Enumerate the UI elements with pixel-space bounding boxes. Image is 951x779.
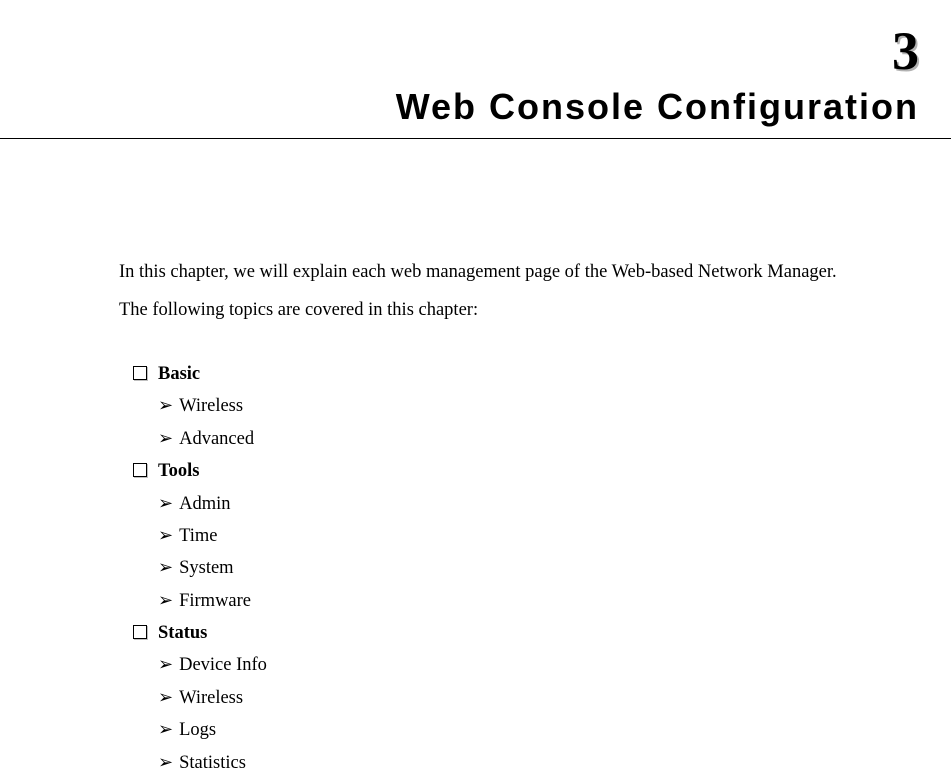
intro-line-1: In this chapter, we will explain each we… xyxy=(119,254,946,292)
arrow-bullet-icon: ➢ xyxy=(158,649,173,681)
toc-subitem: ➢ Wireless xyxy=(158,682,267,714)
toc-subitem-label: Advanced xyxy=(179,423,254,455)
square-bullet-icon xyxy=(133,625,147,639)
toc-subitem-label: Wireless xyxy=(179,390,243,422)
square-bullet-icon xyxy=(133,366,147,380)
arrow-bullet-icon: ➢ xyxy=(158,520,173,552)
arrow-bullet-icon: ➢ xyxy=(158,552,173,584)
toc-subitem: ➢ Statistics xyxy=(158,747,267,779)
toc-subitem-label: Time xyxy=(179,520,217,552)
toc-subitem: ➢ Advanced xyxy=(158,423,267,455)
toc-subitem-label: Device Info xyxy=(179,649,267,681)
toc-section-label: Status xyxy=(158,617,207,649)
arrow-bullet-icon: ➢ xyxy=(158,682,173,714)
chapter-number: 3 xyxy=(892,20,919,82)
arrow-bullet-icon: ➢ xyxy=(158,747,173,779)
toc-subitem: ➢ Logs xyxy=(158,714,267,746)
toc-section: Tools xyxy=(133,455,267,487)
toc-subitem-label: Admin xyxy=(179,488,230,520)
arrow-bullet-icon: ➢ xyxy=(158,714,173,746)
toc-subitem: ➢ Wireless xyxy=(158,390,267,422)
toc-subitem: ➢ System xyxy=(158,552,267,584)
arrow-bullet-icon: ➢ xyxy=(158,423,173,455)
toc-section: Basic xyxy=(133,358,267,390)
intro-line-2: The following topics are covered in this… xyxy=(119,292,946,330)
toc-subitem-label: Wireless xyxy=(179,682,243,714)
toc-subitem: ➢ Firmware xyxy=(158,585,267,617)
toc-subitem-label: Statistics xyxy=(179,747,246,779)
toc-section-label: Basic xyxy=(158,358,200,390)
arrow-bullet-icon: ➢ xyxy=(158,488,173,520)
toc-subitem: ➢ Admin xyxy=(158,488,267,520)
toc-subitem-label: Firmware xyxy=(179,585,251,617)
toc-subitem-label: System xyxy=(179,552,233,584)
toc-subitem: ➢ Time xyxy=(158,520,267,552)
title-underline xyxy=(0,138,951,139)
table-of-contents: Basic ➢ Wireless ➢ Advanced Tools ➢ Admi… xyxy=(133,358,267,779)
square-bullet-icon xyxy=(133,463,147,477)
toc-section-label: Tools xyxy=(158,455,199,487)
chapter-title: Web Console Configuration xyxy=(0,86,919,128)
arrow-bullet-icon: ➢ xyxy=(158,390,173,422)
toc-subitem-label: Logs xyxy=(179,714,216,746)
arrow-bullet-icon: ➢ xyxy=(158,585,173,617)
toc-subitem: ➢ Device Info xyxy=(158,649,267,681)
intro-paragraph: In this chapter, we will explain each we… xyxy=(119,254,946,330)
toc-section: Status xyxy=(133,617,267,649)
